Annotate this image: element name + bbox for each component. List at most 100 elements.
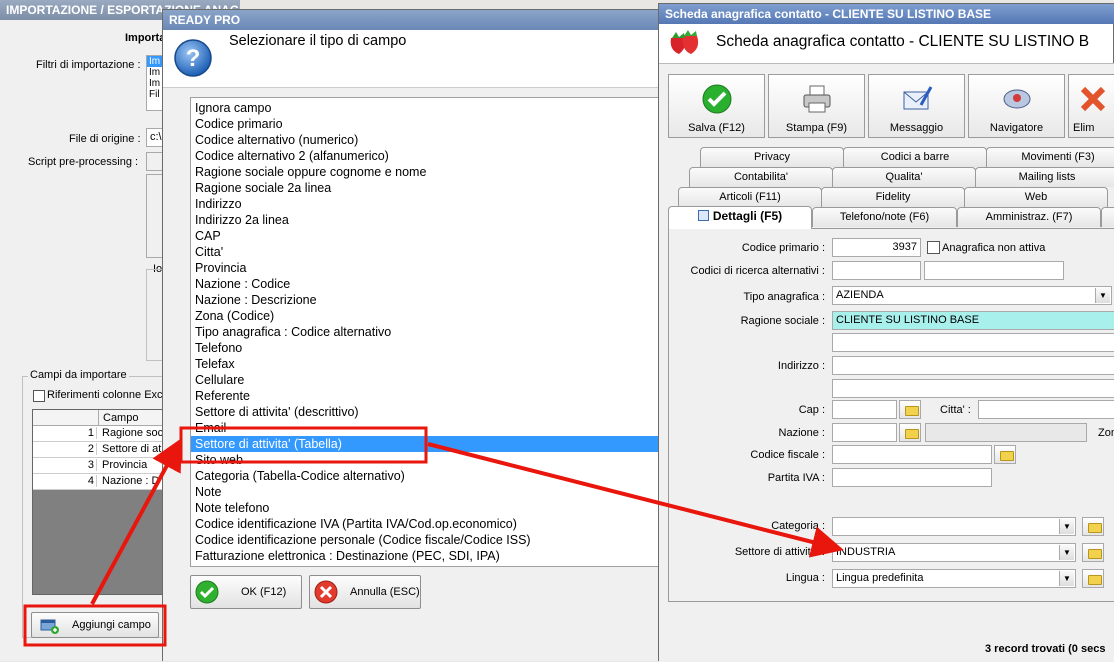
field-type-list[interactable]: Ignora campo Codice primario Codice altern… bbox=[190, 97, 660, 567]
field-type-item[interactable]: Fatturazione elettronica : Destinazione … bbox=[191, 548, 659, 564]
tab-movimenti[interactable]: Movimenti (F3) bbox=[986, 147, 1114, 167]
campo-column-header[interactable]: Campo bbox=[103, 412, 138, 424]
field-type-item[interactable]: Note telefono bbox=[191, 500, 659, 516]
field-type-item[interactable]: Settore di attivita' (Tabella) bbox=[191, 436, 659, 452]
ragione-sociale-2-input[interactable] bbox=[832, 333, 1114, 352]
lingua-select[interactable]: Lingua predefinita ▼ bbox=[832, 569, 1076, 588]
field-type-item[interactable]: Codice identificazione personale (Codice… bbox=[191, 532, 659, 548]
field-type-item[interactable]: Settore di attivita' (descrittivo) bbox=[191, 404, 659, 420]
ok-button[interactable]: OK (F12) bbox=[190, 575, 302, 609]
field-type-item[interactable]: Telefono bbox=[191, 340, 659, 356]
codici-ricerca-label: Codici di ricerca alternativi : bbox=[690, 265, 826, 277]
codice-fiscale-folder-icon[interactable] bbox=[994, 445, 1016, 464]
annulla-button[interactable]: Annulla (ESC) bbox=[309, 575, 421, 609]
field-type-item[interactable]: Codice alternativo 2 (alfanumerico) bbox=[191, 148, 659, 164]
tab-privacy[interactable]: Privacy bbox=[700, 147, 844, 167]
table-row[interactable]: 1 Ragione soc bbox=[33, 426, 165, 442]
cap-input[interactable] bbox=[832, 400, 897, 419]
settore-value: INDUSTRIA bbox=[836, 546, 896, 558]
field-type-item[interactable]: Ignora campo bbox=[191, 100, 659, 116]
tab-fidelity[interactable]: Fidelity bbox=[821, 187, 965, 207]
field-type-item[interactable]: Email bbox=[191, 420, 659, 436]
field-type-item[interactable]: Citta' bbox=[191, 244, 659, 260]
field-type-item[interactable]: Sito web bbox=[191, 452, 659, 468]
tab-contabilita[interactable]: Contabilita' bbox=[689, 167, 833, 187]
field-type-item[interactable]: Telefax bbox=[191, 356, 659, 372]
tab-codici-a-barre[interactable]: Codici a barre bbox=[843, 147, 987, 167]
row-campo: Provincia bbox=[102, 459, 148, 471]
field-type-item[interactable]: Codice alternativo (numerico) bbox=[191, 132, 659, 148]
field-type-item[interactable]: CAP bbox=[191, 228, 659, 244]
navigatore-button[interactable]: Navigatore bbox=[968, 74, 1065, 138]
riferimenti-checkbox[interactable] bbox=[33, 390, 45, 402]
field-type-item[interactable]: Categoria (Tabella-Codice alternativo) bbox=[191, 468, 659, 484]
codici-ricerca-input-1[interactable] bbox=[832, 261, 921, 280]
check-icon bbox=[195, 580, 219, 604]
field-type-item[interactable]: Ragione sociale oppure cognome e nome bbox=[191, 164, 659, 180]
tab-articoli[interactable]: Articoli (F11) bbox=[678, 187, 822, 207]
lingua-label: Lingua : bbox=[785, 572, 825, 584]
tipo-anagrafica-select[interactable]: AZIENDA ▼ bbox=[832, 286, 1112, 305]
settore-select[interactable]: INDUSTRIA ▼ bbox=[832, 543, 1076, 562]
salva-button[interactable]: Salva (F12) bbox=[668, 74, 765, 138]
chevron-down-icon[interactable]: ▼ bbox=[1095, 288, 1110, 303]
add-field-icon bbox=[40, 618, 59, 634]
field-type-item[interactable]: Indirizzo 2a linea bbox=[191, 212, 659, 228]
field-type-item[interactable]: Codice identificazione IVA (Partita IVA/… bbox=[191, 516, 659, 532]
citta-input[interactable] bbox=[978, 400, 1114, 419]
import-header-label: Importa bbox=[125, 32, 166, 44]
ragione-sociale-input[interactable]: CLIENTE SU LISTINO BASE bbox=[832, 311, 1114, 330]
field-type-item[interactable]: Nazione : Codice bbox=[191, 276, 659, 292]
chevron-down-icon[interactable]: ▼ bbox=[1059, 519, 1074, 534]
field-type-item[interactable]: Note bbox=[191, 484, 659, 500]
settore-folder-icon[interactable] bbox=[1082, 543, 1104, 562]
field-type-item[interactable]: Referente bbox=[191, 388, 659, 404]
table-row[interactable]: 2 Settore di at bbox=[33, 442, 165, 458]
nazione-folder-icon[interactable] bbox=[899, 423, 921, 442]
cap-folder-icon[interactable] bbox=[899, 400, 921, 419]
cancel-icon bbox=[314, 580, 338, 604]
field-type-item[interactable]: Provincia bbox=[191, 260, 659, 276]
lingua-folder-icon[interactable] bbox=[1082, 569, 1104, 588]
dialog-title: READY PRO bbox=[163, 10, 666, 30]
categoria-select[interactable]: ▼ bbox=[832, 517, 1076, 536]
messaggio-label: Messaggio bbox=[889, 122, 944, 134]
table-row[interactable]: 3 Provincia bbox=[33, 458, 165, 474]
file-origine-label: File di origine : bbox=[69, 133, 141, 145]
partita-iva-input[interactable] bbox=[832, 468, 992, 487]
stampa-button[interactable]: Stampa (F9) bbox=[768, 74, 865, 138]
tab-mailing-lists[interactable]: Mailing lists bbox=[975, 167, 1114, 187]
codice-fiscale-input[interactable] bbox=[832, 445, 992, 464]
categoria-label: Categoria : bbox=[771, 520, 825, 532]
aggiungi-campo-label: Aggiungi campo bbox=[72, 619, 151, 631]
tab-next[interactable] bbox=[1101, 207, 1114, 227]
salva-label: Salva (F12) bbox=[688, 122, 745, 134]
elimina-button[interactable]: Elim bbox=[1068, 74, 1114, 138]
chevron-down-icon[interactable]: ▼ bbox=[1059, 545, 1074, 560]
tab-telefono-note[interactable]: Telefono/note (F6) bbox=[812, 207, 957, 227]
field-type-item[interactable]: Cellulare bbox=[191, 372, 659, 388]
codice-primario-input[interactable]: 3937 bbox=[832, 238, 921, 257]
field-type-item[interactable]: Ragione sociale 2a linea bbox=[191, 180, 659, 196]
messaggio-button[interactable]: Messaggio bbox=[868, 74, 965, 138]
nazione-input[interactable] bbox=[832, 423, 897, 442]
categoria-folder-icon[interactable] bbox=[1082, 517, 1104, 536]
tab-qualita[interactable]: Qualita' bbox=[832, 167, 976, 187]
aggiungi-campo-button[interactable]: Aggiungi campo bbox=[31, 612, 159, 638]
field-type-item[interactable]: Codice primario bbox=[191, 116, 659, 132]
field-type-item[interactable]: Indirizzo bbox=[191, 196, 659, 212]
codici-ricerca-input-2[interactable] bbox=[924, 261, 1064, 280]
chevron-down-icon[interactable]: ▼ bbox=[1059, 571, 1074, 586]
field-type-item[interactable]: Nazione : Descrizione bbox=[191, 292, 659, 308]
lingua-value: Lingua predefinita bbox=[836, 572, 924, 584]
indirizzo-input[interactable] bbox=[832, 356, 1114, 375]
table-row[interactable]: 4 Nazione : D bbox=[33, 474, 165, 490]
field-type-item[interactable]: Zona (Codice) bbox=[191, 308, 659, 324]
tab-amministrazione[interactable]: Amministraz. (F7) bbox=[957, 207, 1101, 227]
tab-web[interactable]: Web bbox=[964, 187, 1108, 207]
indirizzo-2-input[interactable] bbox=[832, 379, 1114, 398]
field-type-item[interactable]: Tipo anagrafica : Codice alternativo bbox=[191, 324, 659, 340]
delete-icon bbox=[1080, 86, 1106, 112]
anagrafica-non-attiva-checkbox[interactable] bbox=[927, 241, 940, 254]
tab-dettagli[interactable]: Dettagli (F5) bbox=[668, 206, 812, 229]
